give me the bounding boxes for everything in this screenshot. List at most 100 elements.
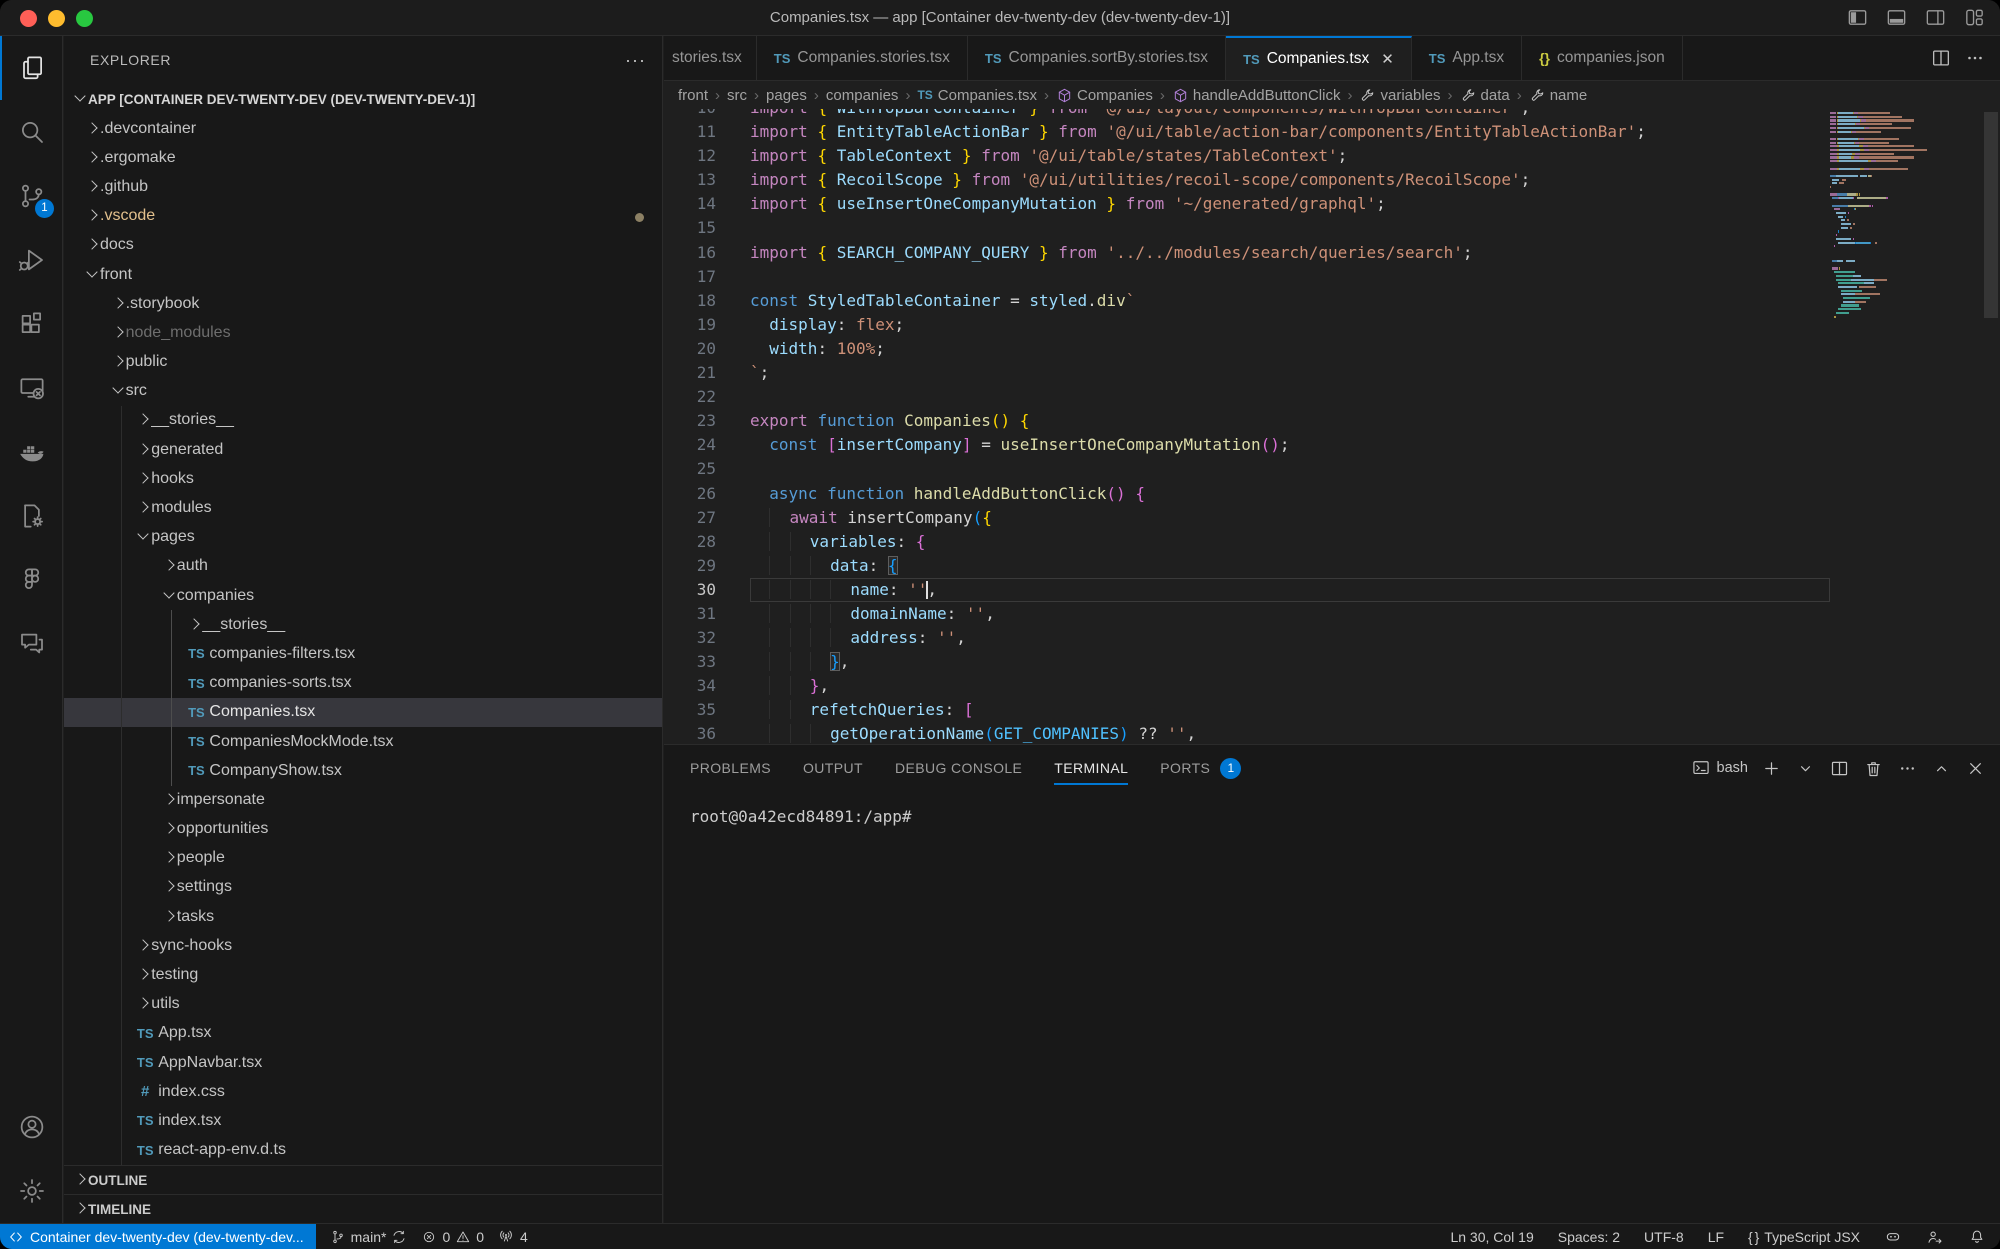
sidebar-section-outline[interactable]: OUTLINE xyxy=(64,1165,662,1194)
tree-folder-tasks[interactable]: tasks xyxy=(64,902,662,931)
code-line-20[interactable]: 20 width: 100%; xyxy=(664,337,2000,361)
chevron-down-button[interactable] xyxy=(1795,758,1816,779)
close-button[interactable] xyxy=(1965,758,1986,779)
tree-file-react-app-env.d.ts[interactable]: TSreact-app-env.d.ts xyxy=(64,1136,662,1165)
tree-folder-docs[interactable]: docs xyxy=(64,231,662,260)
breadcrumb-item-companies[interactable]: companies xyxy=(826,87,899,104)
tree-folder-src[interactable]: src xyxy=(64,377,662,406)
code-line-29[interactable]: 29 data: { xyxy=(664,554,2000,578)
activity-item-run-debug[interactable] xyxy=(0,228,63,292)
breadcrumb-item-Companies[interactable]: Companies xyxy=(1056,87,1153,104)
code-line-23[interactable]: 23export function Companies() { xyxy=(664,409,2000,433)
activity-item-search[interactable] xyxy=(0,100,63,164)
tree-folder-people[interactable]: people xyxy=(64,844,662,873)
toggle-secondary-sidebar-button[interactable] xyxy=(1924,6,1947,29)
breadcrumb-item-variables[interactable]: variables xyxy=(1359,87,1440,104)
sidebar-section-timeline[interactable]: TIMELINE xyxy=(64,1194,662,1223)
code-line-35[interactable]: 35 refetchQueries: [ xyxy=(664,698,2000,722)
activity-item-extensions[interactable] xyxy=(0,292,63,356)
code-line-28[interactable]: 28 variables: { xyxy=(664,530,2000,554)
explorer-more-actions-icon[interactable]: ··· xyxy=(625,50,646,71)
tree-folder-utils[interactable]: utils xyxy=(64,990,662,1019)
remote-indicator[interactable]: Container dev-twenty-dev (dev-twenty-dev… xyxy=(0,1224,316,1249)
activity-item-remote-explorer[interactable] xyxy=(0,356,63,420)
split-editor-button[interactable] xyxy=(1930,47,1952,69)
tree-folder-companies[interactable]: companies xyxy=(64,581,662,610)
tree-folder-settings[interactable]: settings xyxy=(64,873,662,902)
tree-folder-auth[interactable]: auth xyxy=(64,552,662,581)
tree-file-companies-sorts.tsx[interactable]: TScompanies-sorts.tsx xyxy=(64,669,662,698)
code-line-21[interactable]: 21`; xyxy=(664,361,2000,385)
code-line-22[interactable]: 22 xyxy=(664,385,2000,409)
tree-folder-pages[interactable]: pages xyxy=(64,523,662,552)
activity-item-account[interactable] xyxy=(0,1095,63,1159)
editor-scrollbar[interactable] xyxy=(1984,112,1998,318)
tree-folder-impersonate[interactable]: impersonate xyxy=(64,785,662,814)
shell-selector[interactable]: bash xyxy=(1691,758,1748,778)
panel-tab-problems[interactable]: PROBLEMS xyxy=(690,745,771,791)
code-line-11[interactable]: 11import { EntityTableActionBar } from '… xyxy=(664,120,2000,144)
breadcrumb-item-Companies.tsx[interactable]: TSCompanies.tsx xyxy=(917,87,1037,104)
plus-button[interactable] xyxy=(1761,758,1782,779)
code-line-32[interactable]: 32 address: '', xyxy=(664,626,2000,650)
code-line-18[interactable]: 18const StyledTableContainer = styled.di… xyxy=(664,289,2000,313)
code-line-36[interactable]: 36 getOperationName(GET_COMPANIES) ?? ''… xyxy=(664,722,2000,744)
activity-item-dev-file-gear[interactable] xyxy=(0,484,63,548)
activity-item-figma[interactable] xyxy=(0,548,63,612)
copilot-status[interactable] xyxy=(1884,1228,1902,1246)
tree-folder-opportunities[interactable]: opportunities xyxy=(64,815,662,844)
tree-folder-public[interactable]: public xyxy=(64,348,662,377)
status-spaces-2[interactable]: Spaces: 2 xyxy=(1558,1229,1620,1245)
tree-folder-.vscode[interactable]: .vscode xyxy=(64,202,662,231)
tree-file-CompaniesMockMode.tsx[interactable]: TSCompaniesMockMode.tsx xyxy=(64,727,662,756)
tree-folder-.github[interactable]: .github xyxy=(64,172,662,201)
tree-folder-testing[interactable]: testing xyxy=(64,960,662,989)
activity-item-comments[interactable] xyxy=(0,612,63,676)
status-ln-30-col-19[interactable]: Ln 30, Col 19 xyxy=(1450,1229,1533,1245)
git-branch-status[interactable]: main* xyxy=(330,1229,408,1245)
panel-tab-ports[interactable]: PORTS1 xyxy=(1160,745,1241,791)
tree-file-App.tsx[interactable]: TSApp.tsx xyxy=(64,1019,662,1048)
close-icon[interactable]: ✕ xyxy=(1381,50,1394,68)
more-button[interactable] xyxy=(1897,758,1918,779)
activity-item-files[interactable] xyxy=(0,36,63,100)
breadcrumb-item-handleAddButtonClick[interactable]: handleAddButtonClick xyxy=(1172,87,1341,104)
breadcrumb-item-front[interactable]: front xyxy=(678,87,708,104)
tree-file-companies-filters.tsx[interactable]: TScompanies-filters.tsx xyxy=(64,639,662,668)
status-lf[interactable]: LF xyxy=(1708,1229,1724,1245)
tree-folder-.storybook[interactable]: .storybook xyxy=(64,289,662,318)
tree-folder-front[interactable]: front xyxy=(64,260,662,289)
code-line-13[interactable]: 13import { RecoilScope } from '@/ui/util… xyxy=(664,168,2000,192)
status-typescript-jsx[interactable]: { }TypeScript JSX xyxy=(1748,1229,1860,1245)
tab-stories.tsx[interactable]: stories.tsx xyxy=(664,36,757,80)
panel-tab-terminal[interactable]: TERMINAL xyxy=(1054,745,1128,791)
tab-App.tsx[interactable]: TSApp.tsx xyxy=(1412,36,1522,80)
code-line-14[interactable]: 14import { useInsertOneCompanyMutation }… xyxy=(664,192,2000,216)
toggle-sidebar-button[interactable] xyxy=(1846,6,1869,29)
tree-folder-__stories__[interactable]: __stories__ xyxy=(64,610,662,639)
split-panel-button[interactable] xyxy=(1829,758,1850,779)
trash-button[interactable] xyxy=(1863,758,1884,779)
tree-file-AppNavbar.tsx[interactable]: TSAppNavbar.tsx xyxy=(64,1048,662,1077)
tree-folder-hooks[interactable]: hooks xyxy=(64,464,662,493)
tree-folder-generated[interactable]: generated xyxy=(64,435,662,464)
code-line-12[interactable]: 12import { TableContext } from '@/ui/tab… xyxy=(664,144,2000,168)
code-editor[interactable]: 10import { WithTopBarContainer } from '@… xyxy=(664,109,2000,744)
forwarded-ports-status[interactable]: 4 xyxy=(498,1228,528,1245)
tab-Companies.stories.tsx[interactable]: TSCompanies.stories.tsx xyxy=(757,36,968,80)
tab-Companies.sortBy.stories.tsx[interactable]: TSCompanies.sortBy.stories.tsx xyxy=(968,36,1226,80)
tree-folder-__stories__[interactable]: __stories__ xyxy=(64,406,662,435)
chevron-up-button[interactable] xyxy=(1931,758,1952,779)
tree-file-Companies.tsx[interactable]: TSCompanies.tsx xyxy=(64,698,662,727)
minimap[interactable] xyxy=(1830,109,1935,744)
code-line-30[interactable]: 30 name: '', xyxy=(664,578,2000,602)
status-utf-8[interactable]: UTF-8 xyxy=(1644,1229,1684,1245)
code-line-34[interactable]: 34 }, xyxy=(664,674,2000,698)
activity-item-source-control[interactable]: 1 xyxy=(0,164,63,228)
tree-folder-.ergomake[interactable]: .ergomake xyxy=(64,143,662,172)
bell-status[interactable] xyxy=(1968,1228,1986,1246)
breadcrumb-item-name[interactable]: name xyxy=(1529,87,1588,104)
breadcrumb-item-pages[interactable]: pages xyxy=(766,87,807,104)
tab-companies.json[interactable]: {}companies.json xyxy=(1522,36,1683,80)
code-line-16[interactable]: 16import { SEARCH_COMPANY_QUERY } from '… xyxy=(664,241,2000,265)
